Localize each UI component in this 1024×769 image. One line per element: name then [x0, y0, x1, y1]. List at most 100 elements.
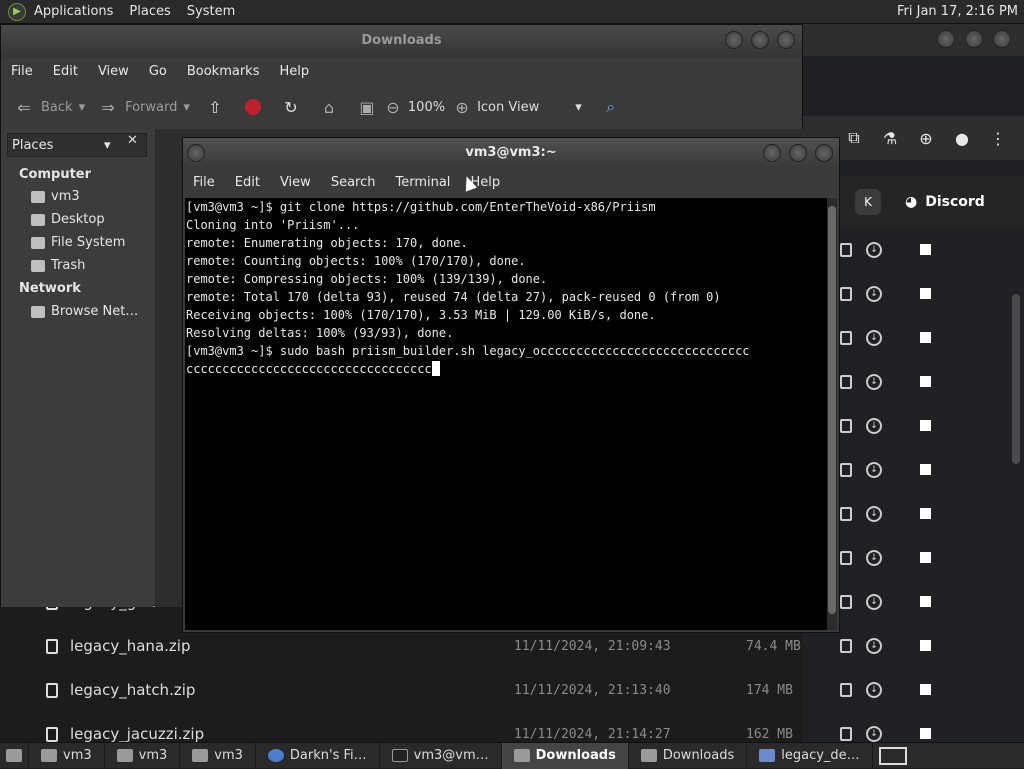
distro-logo-icon[interactable]: ▶ [8, 2, 26, 21]
menu-file[interactable]: File [183, 175, 225, 190]
file-name[interactable]: legacy_jacuzzi.zip [70, 725, 204, 742]
select-checkbox[interactable] [920, 508, 931, 519]
show-desktop-button[interactable] [0, 742, 29, 769]
minimize-icon[interactable] [725, 31, 743, 49]
select-checkbox[interactable] [920, 596, 931, 607]
download-icon[interactable]: ↓ [866, 330, 882, 346]
zoom-out-icon[interactable]: ⊖ [382, 96, 404, 118]
copy-icon[interactable] [840, 287, 852, 301]
menu-edit[interactable]: Edit [43, 64, 88, 79]
up-arrow-icon[interactable]: ⇧ [204, 96, 226, 118]
close-icon[interactable] [815, 144, 833, 162]
back-button[interactable]: ⇐ Back ▾ [13, 96, 85, 118]
select-checkbox[interactable] [920, 420, 931, 431]
menu-terminal[interactable]: Terminal [385, 175, 460, 190]
profile-icon[interactable]: ● [952, 128, 972, 148]
select-checkbox[interactable] [920, 376, 931, 387]
computer-icon[interactable]: ▣ [356, 96, 378, 118]
menu-bookmarks[interactable]: Bookmarks [177, 64, 270, 79]
select-checkbox[interactable] [920, 244, 931, 255]
workspace-switcher[interactable] [873, 743, 913, 769]
search-icon[interactable]: ⌕ [600, 96, 622, 118]
places-menu[interactable]: Places [121, 4, 178, 19]
places-selector[interactable]: Places ▾ [7, 133, 147, 157]
sidebar-item-file-system[interactable]: File System [31, 235, 125, 250]
download-icon[interactable]: ↓ [866, 462, 882, 478]
copy-icon[interactable] [840, 331, 852, 345]
menu-view[interactable]: View [88, 64, 139, 79]
taskbar-item[interactable]: vm3 [29, 742, 105, 769]
download-icon[interactable]: ↓ [866, 242, 882, 258]
copy-icon[interactable] [840, 639, 852, 653]
download-icon[interactable]: ↓ [866, 550, 882, 566]
close-icon[interactable] [777, 31, 795, 49]
stop-icon[interactable] [242, 96, 264, 118]
select-checkbox[interactable] [920, 640, 931, 651]
copy-icon[interactable] [840, 419, 852, 433]
downloads-icon[interactable]: ⊕ [916, 128, 936, 148]
view-mode-select[interactable]: Icon View ▾ [477, 100, 582, 115]
taskbar-item[interactable]: legacy_de… [747, 742, 873, 769]
menu-kebab-icon[interactable]: ⋮ [988, 128, 1008, 148]
zoom-in-icon[interactable]: ⊕ [451, 96, 473, 118]
select-checkbox[interactable] [920, 464, 931, 475]
taskbar-item-active[interactable]: Downloads [501, 742, 629, 769]
labs-flask-icon[interactable]: ⚗ [880, 128, 900, 148]
select-checkbox[interactable] [920, 332, 931, 343]
terminal-scrollbar[interactable] [827, 198, 837, 630]
terminal-output[interactable]: [vm3@vm3 ~]$ git clone https://github.co… [185, 198, 827, 630]
menu-search[interactable]: Search [321, 175, 386, 190]
select-checkbox[interactable] [920, 728, 931, 739]
select-checkbox[interactable] [920, 684, 931, 695]
download-icon[interactable]: ↓ [866, 638, 882, 654]
download-icon[interactable]: ↓ [866, 374, 882, 390]
download-icon[interactable]: ↓ [866, 418, 882, 434]
taskbar-item[interactable]: Darkn's Fi… [256, 742, 380, 769]
download-icon[interactable]: ↓ [866, 594, 882, 610]
close-sidebar-icon[interactable]: ✕ [127, 133, 138, 148]
menu-file[interactable]: File [1, 64, 43, 79]
minimize-icon[interactable] [763, 144, 781, 162]
copy-icon[interactable] [840, 727, 852, 741]
terminal-titlebar[interactable]: vm3@vm3:~ [183, 138, 839, 168]
download-icon[interactable]: ↓ [866, 726, 882, 742]
download-icon[interactable]: ↓ [866, 286, 882, 302]
select-checkbox[interactable] [920, 552, 931, 563]
k-button[interactable]: K [855, 189, 881, 215]
copy-icon[interactable] [840, 683, 852, 697]
select-checkbox[interactable] [920, 288, 931, 299]
download-icon[interactable]: ↓ [866, 506, 882, 522]
maximize-icon[interactable] [789, 144, 807, 162]
menu-edit[interactable]: Edit [225, 175, 270, 190]
file-name[interactable]: legacy_hatch.zip [70, 681, 195, 699]
file-manager-titlebar[interactable]: Downloads [1, 25, 802, 57]
window-menu-icon[interactable] [187, 144, 205, 162]
menu-help[interactable]: Help [269, 64, 319, 79]
menu-go[interactable]: Go [139, 64, 177, 79]
sidebar-item-trash[interactable]: Trash [31, 258, 85, 273]
taskbar-item[interactable]: vm3 [180, 742, 256, 769]
applications-menu[interactable]: Applications [26, 4, 121, 19]
copy-icon[interactable] [840, 375, 852, 389]
close-icon[interactable] [993, 30, 1011, 48]
copy-icon[interactable] [840, 463, 852, 477]
browser-scrollbar[interactable] [1012, 294, 1020, 464]
copy-icon[interactable] [840, 243, 852, 257]
chevron-down-icon[interactable]: ▾ [183, 100, 190, 115]
home-icon[interactable]: ⌂ [318, 96, 340, 118]
taskbar-item[interactable]: Downloads [629, 742, 748, 769]
sidebar-item-browse-network[interactable]: Browse Net… [31, 304, 138, 319]
copy-icon[interactable] [840, 507, 852, 521]
clock[interactable]: Fri Jan 17, 2:16 PM [897, 4, 1018, 19]
reload-icon[interactable]: ↻ [280, 96, 302, 118]
sidebar-item-vm3[interactable]: vm3 [31, 189, 80, 204]
menu-view[interactable]: View [270, 175, 321, 190]
copy-icon[interactable] [840, 595, 852, 609]
maximize-icon[interactable] [965, 30, 983, 48]
forward-button[interactable]: ⇒ Forward ▾ [97, 96, 190, 118]
minimize-icon[interactable] [937, 30, 955, 48]
system-menu[interactable]: System [179, 4, 243, 19]
extensions-icon[interactable]: ⧉ [844, 128, 864, 148]
file-name[interactable]: legacy_hana.zip [70, 637, 190, 655]
copy-icon[interactable] [840, 551, 852, 565]
